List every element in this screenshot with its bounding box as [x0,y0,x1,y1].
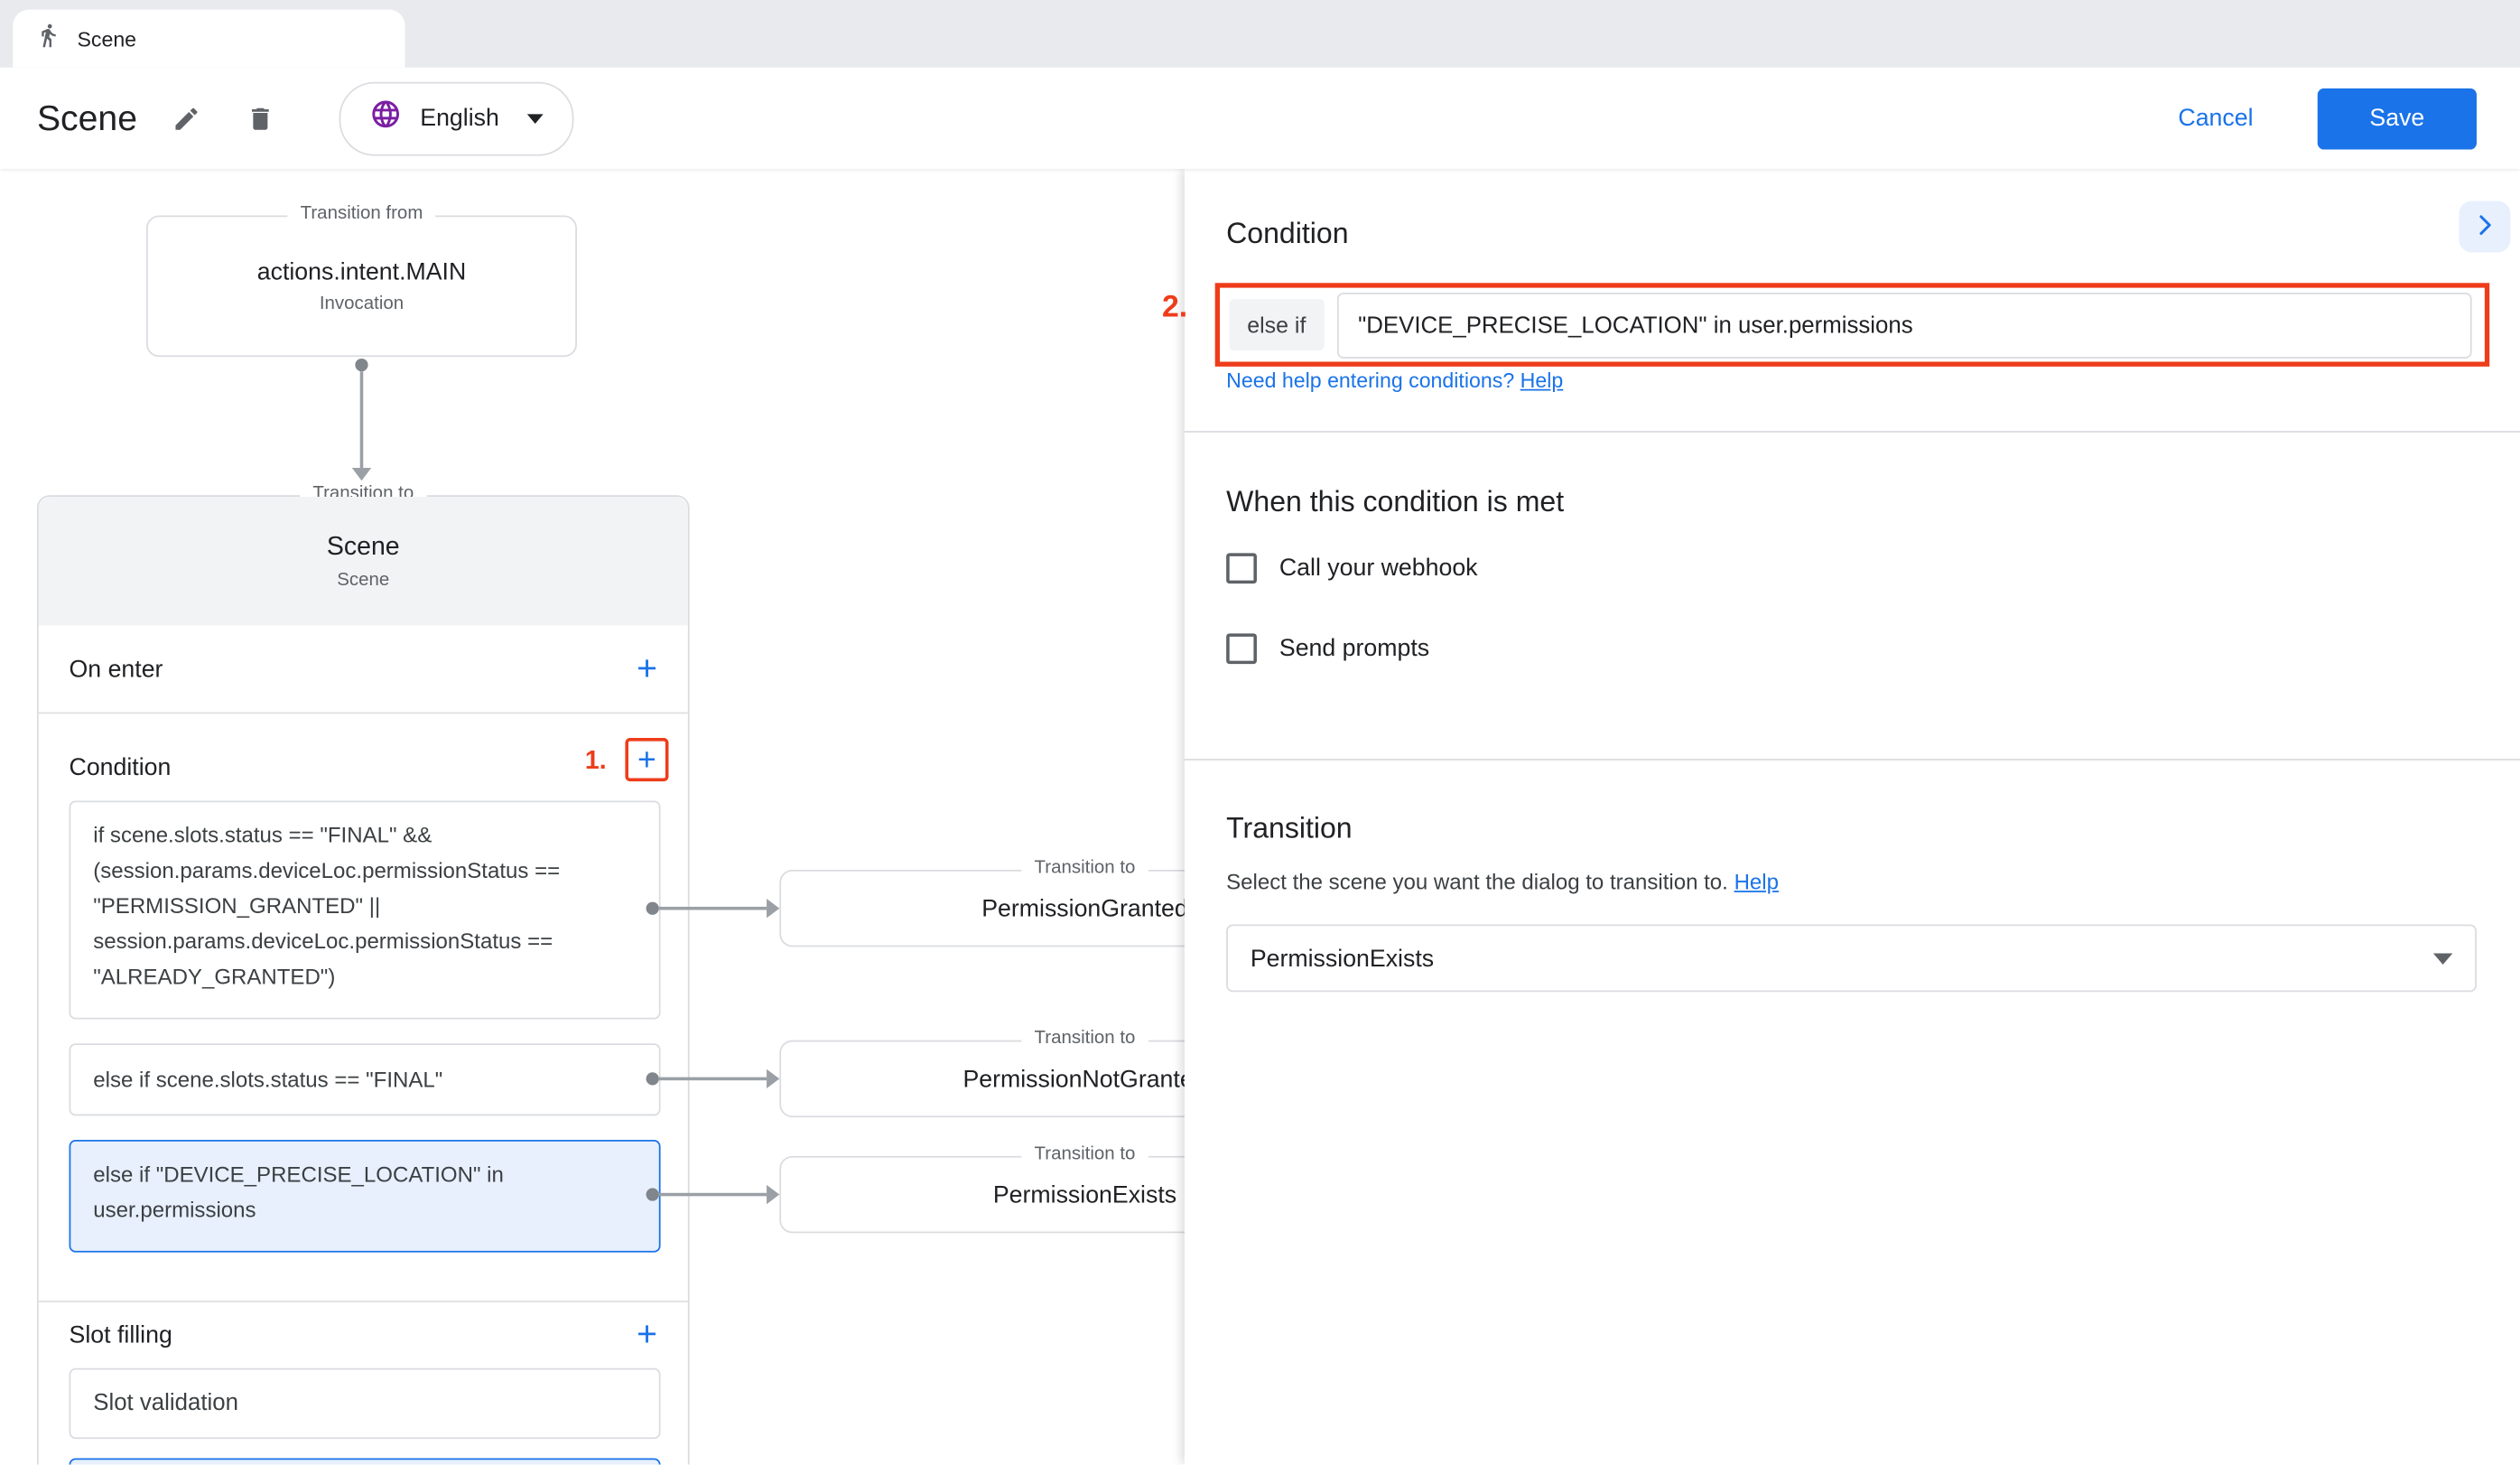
webhook-label: Call your webhook [1279,555,1478,582]
transition-heading: Transition [1226,812,1353,845]
add-condition-button[interactable]: + [637,743,656,776]
connector-dot [646,902,659,915]
intent-name: actions.intent.MAIN [257,259,467,286]
connector-dot [355,359,367,371]
else-if-chip: else if [1230,299,1324,350]
on-enter-row: On enter + [39,625,688,712]
caret-down-icon [526,113,543,123]
connector-arrowhead-icon [352,468,371,481]
annotation-2: 2. [1162,291,1187,326]
conditions-help-text: Need help entering conditions? Help [1226,369,1563,393]
webhook-checkbox-row[interactable]: Call your webhook [1226,553,1477,583]
save-button[interactable]: Save [2318,88,2477,149]
pencil-icon [172,104,201,133]
divider [39,713,688,714]
transition-select[interactable]: PermissionExists [1226,925,2477,993]
divider [39,1301,688,1302]
scene-node-header[interactable]: Scene Scene [39,497,688,625]
scene-name: Scene [327,533,400,562]
connector-dot [646,1188,659,1200]
when-met-heading: When this condition is met [1226,486,1564,519]
edit-scene-button[interactable] [163,94,210,142]
connector-arrowhead-icon [767,1185,779,1204]
scene-node[interactable]: Transition to Scene Scene On enter + Con… [37,495,690,1464]
walk-icon [35,22,60,55]
condition-section-label: Condition [70,753,172,780]
transition-from-node[interactable]: Transition from actions.intent.MAIN Invo… [146,216,577,358]
add-condition-highlight: + [625,738,668,781]
delete-scene-button[interactable] [237,94,284,142]
app-root: Scene Scene English Cancel Save [0,0,2520,1465]
main-area: Transition from actions.intent.MAIN Invo… [0,169,2520,1465]
divider [1185,431,2520,433]
cancel-button[interactable]: Cancel [2169,103,2263,134]
tab-title: Scene [77,26,136,51]
prompts-label: Send prompts [1279,635,1429,662]
selected-scene: PermissionExists [1251,945,2433,972]
webhook-checkbox[interactable] [1226,553,1257,583]
transition-to-label: Transition to [1021,1144,1148,1163]
connector-line [659,907,767,910]
select-caret-icon [2433,953,2452,964]
transition-to-label: Transition to [1021,1029,1148,1048]
trash-icon [246,104,275,133]
prompts-checkbox-row[interactable]: Send prompts [1226,633,1429,664]
transition-to-label: Transition to [1021,859,1148,878]
globe-icon [370,98,403,139]
add-on-enter-button[interactable]: + [637,651,657,686]
connector-line [659,1078,767,1081]
prompts-checkbox[interactable] [1226,633,1257,664]
scene-type: Scene [337,570,389,589]
add-slot-button[interactable]: + [637,1317,657,1352]
transition-help-text: Select the scene you want the dialog to … [1226,870,1779,894]
language-label: English [420,105,499,132]
details-panel: Condition 2. else if Need help entering … [1185,169,2520,1465]
connector-line [360,371,364,468]
divider [1185,759,2520,760]
slot-filling-row: Slot filling + [39,1304,688,1366]
slot-validation-item[interactable]: Slot validation [70,1368,661,1439]
transition-help-link[interactable]: Help [1734,870,1779,894]
page-header: Scene English Cancel Save [0,68,2520,169]
connector-arrowhead-icon [767,899,779,918]
connector-dot [646,1072,659,1085]
browser-tab[interactable]: Scene [13,10,405,68]
page-title: Scene [37,98,137,139]
condition-item-1[interactable]: if scene.slots.status == "FINAL" && (ses… [70,800,661,1019]
language-selector[interactable]: English [339,81,572,155]
condition-input[interactable] [1337,293,2472,359]
transition-from-label: Transition from [287,204,435,223]
condition-item-3-selected[interactable]: else if "DEVICE_PRECISE_LOCATION" in use… [70,1140,661,1253]
condition-item-2[interactable]: else if scene.slots.status == "FINAL" [70,1043,661,1115]
panel-condition-heading: Condition [1226,217,1348,250]
connector-arrowhead-icon [767,1069,779,1088]
annotation-1: 1. [585,748,607,777]
intent-type: Invocation [320,294,404,313]
chevron-right-icon [2470,210,2499,243]
connector-line [659,1193,767,1197]
on-enter-label: On enter [70,655,163,682]
collapse-panel-button[interactable] [2459,201,2510,253]
tab-strip: Scene [0,0,2520,68]
conditions-help-link[interactable]: Help [1520,369,1564,393]
slot-filling-label: Slot filling [70,1320,172,1348]
